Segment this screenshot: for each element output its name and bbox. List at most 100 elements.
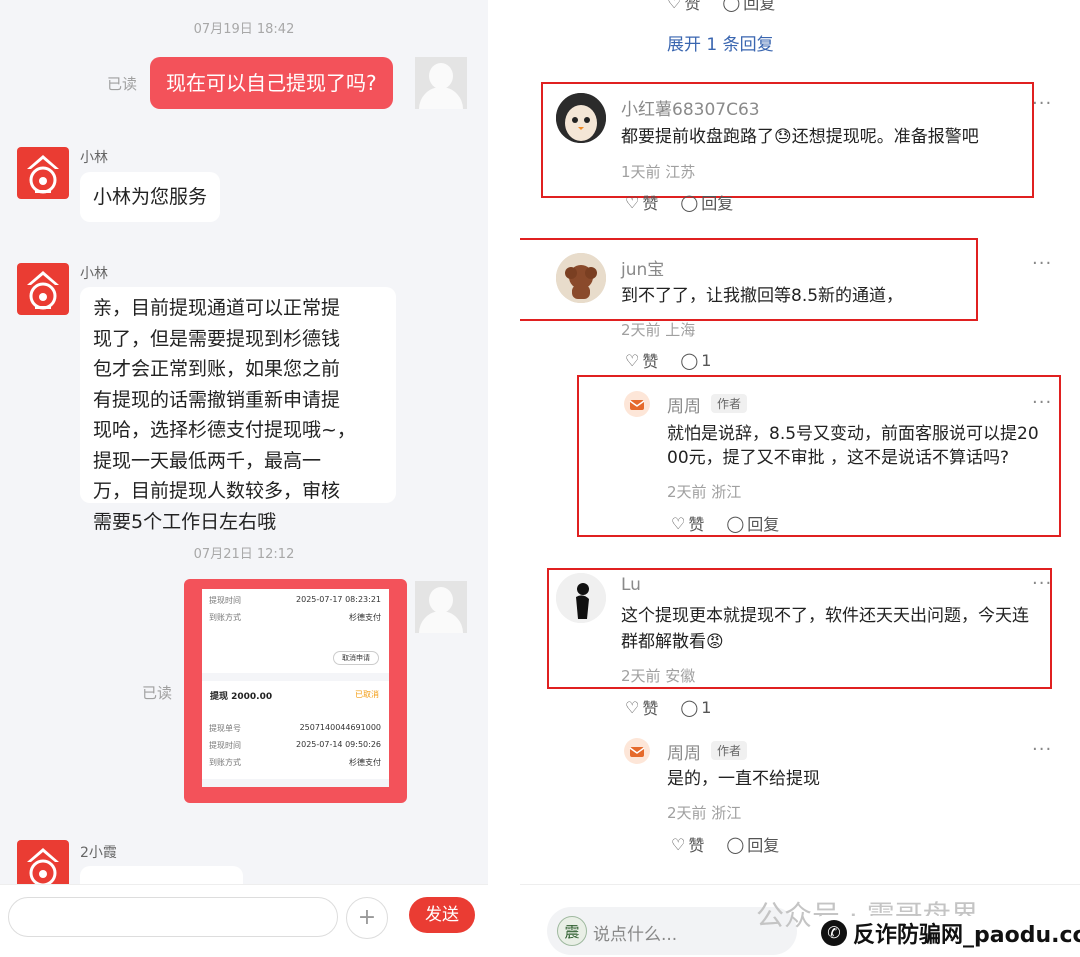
more-options-icon[interactable]: ··· bbox=[1032, 93, 1052, 114]
dog-avatar-icon bbox=[556, 253, 606, 303]
comment-bubble-icon: ◯ bbox=[726, 513, 745, 533]
comment-bubble-icon: ◯ bbox=[726, 834, 745, 854]
field-label: 提现时间 bbox=[209, 741, 241, 750]
agent-message-bubble[interactable]: 小林为您服务 bbox=[80, 172, 221, 222]
user-avatar bbox=[415, 57, 467, 109]
like-button[interactable]: ♡ 赞 bbox=[667, 0, 700, 14]
site-logo-icon: ✆ bbox=[821, 920, 847, 946]
commenter-avatar[interactable] bbox=[556, 573, 606, 623]
message-line: 亲，目前提现通道可以正常提 bbox=[93, 297, 341, 319]
author-avatar[interactable] bbox=[624, 391, 650, 417]
agent-name: 小林 bbox=[80, 266, 108, 282]
commenter-name[interactable]: jun宝 bbox=[621, 255, 664, 280]
heart-icon: ♡ bbox=[625, 350, 640, 370]
site-badge: ✆ 反诈防骗网_paodu.cc bbox=[817, 916, 1080, 950]
user-message-bubble[interactable]: 现在可以自己提现了吗? bbox=[150, 57, 393, 109]
field-label: 到账方式 bbox=[209, 758, 241, 767]
field-value: 2507140044691000 bbox=[299, 723, 381, 732]
reply-button[interactable]: ◯ 回复 bbox=[722, 0, 775, 14]
silhouette-avatar-icon bbox=[556, 573, 606, 623]
agent-name: 2小霞 bbox=[80, 845, 117, 861]
expand-replies-link[interactable]: 展开 1 条回复 bbox=[667, 30, 774, 55]
comment-meta: 2天前 浙江 bbox=[667, 804, 742, 822]
reply-button[interactable]: ◯ 1 bbox=[680, 695, 711, 719]
status-badge: 已取消 bbox=[355, 690, 379, 699]
reply-button[interactable]: ◯ 1 bbox=[680, 348, 711, 372]
attach-button[interactable]: + bbox=[346, 897, 388, 939]
comment-bubble-icon: ◯ bbox=[680, 192, 699, 212]
comment-meta: 2天前 浙江 bbox=[667, 483, 742, 501]
withdrawal-screenshot-card[interactable]: 提现时间 2025-07-17 08:23:21 到账方式 杉德支付 取消申请 提现… bbox=[184, 579, 407, 803]
shop-logo-icon bbox=[27, 271, 59, 310]
envelope-avatar-icon bbox=[624, 738, 650, 764]
comment-text: 是的，一直不给提现 bbox=[667, 769, 820, 789]
like-button[interactable]: ♡ 赞 bbox=[671, 511, 704, 535]
heart-icon: ♡ bbox=[671, 834, 686, 854]
reply-button[interactable]: ◯ 回复 bbox=[726, 511, 779, 535]
comment-bubble-icon: ◯ bbox=[680, 697, 699, 717]
comment-actions: ♡ 赞 ◯ 回复 bbox=[671, 832, 779, 856]
comment-text: 到不了了，让我撤回等8.5新的通道， bbox=[621, 286, 904, 306]
commenter-avatar[interactable] bbox=[556, 253, 606, 303]
message-input[interactable] bbox=[8, 897, 338, 937]
message-line: 包才会正常到账，如果您之前 bbox=[93, 358, 341, 380]
author-avatar[interactable] bbox=[624, 738, 650, 764]
site-badge-text: 反诈防骗网_paodu.cc bbox=[853, 923, 1080, 948]
comment-bubble-icon: ◯ bbox=[680, 350, 699, 370]
like-button[interactable]: ♡ 赞 bbox=[625, 190, 658, 214]
chat-panel: 07月19日 18:42 已读 现在可以自己提现了吗? 小林 小林为您服务 小林… bbox=[0, 0, 488, 957]
comment-bubble-icon: ◯ bbox=[722, 0, 741, 12]
reply-button[interactable]: ◯ 回复 bbox=[726, 832, 779, 856]
agent-message-bubble[interactable]: 亲，目前提现通道可以正常提 现了，但是需要提现到杉德钱 包才会正常到账，如果您之… bbox=[80, 287, 396, 533]
field-value: 杉德支付 bbox=[349, 613, 381, 622]
more-options-icon[interactable]: ··· bbox=[1032, 253, 1052, 274]
commenter-name[interactable]: Lu bbox=[621, 575, 641, 595]
agent-avatar bbox=[17, 147, 69, 199]
comment-actions: ♡ 赞 ◯ 回复 bbox=[625, 190, 733, 214]
message-line: 万，目前提现人数较多，审核 bbox=[93, 480, 341, 502]
comment-actions: ♡ 赞 ◯ 1 bbox=[625, 695, 711, 719]
like-button[interactable]: ♡ 赞 bbox=[625, 348, 658, 372]
comment-meta: 2天前 安徽 bbox=[621, 667, 696, 685]
commenter-name[interactable]: 小红薯68307C63 bbox=[621, 95, 760, 120]
message-line: 现了，但是需要提现到杉德钱 bbox=[93, 327, 341, 350]
heart-icon: ♡ bbox=[667, 0, 682, 12]
field-label: 提现时间 bbox=[209, 596, 241, 605]
comment-actions: ♡ 赞 ◯ 回复 bbox=[671, 511, 779, 535]
timestamp: 07月19日 18:42 bbox=[193, 22, 295, 37]
author-badge: 作者 bbox=[711, 394, 748, 413]
agent-avatar bbox=[17, 263, 69, 315]
send-button[interactable]: 发送 bbox=[409, 897, 475, 933]
comments-panel: ♡ 赞 ◯ 回复 展开 1 条回复 小红薯68307C63 ··· 都要提前收盘跑路… bbox=[520, 0, 1080, 957]
more-options-icon[interactable]: ··· bbox=[1032, 739, 1052, 760]
message-line: 有提现的话需撤销重新申请提 bbox=[93, 388, 341, 411]
cancel-request-button[interactable]: 取消申请 bbox=[333, 651, 379, 665]
commenter-avatar[interactable] bbox=[556, 93, 606, 143]
heart-icon: ♡ bbox=[625, 697, 640, 717]
agent-name: 小林 bbox=[80, 150, 108, 166]
commenter-name[interactable]: 周周 bbox=[667, 739, 701, 764]
field-value: 杉德支付 bbox=[349, 758, 381, 767]
divider bbox=[202, 673, 389, 681]
author-badge: 作者 bbox=[711, 741, 748, 760]
envelope-avatar-icon bbox=[624, 391, 650, 417]
more-options-icon[interactable]: ··· bbox=[1032, 573, 1052, 594]
timestamp: 07月21日 12:12 bbox=[193, 547, 295, 562]
reply-button[interactable]: ◯ 回复 bbox=[680, 190, 733, 214]
like-button[interactable]: ♡ 赞 bbox=[671, 832, 704, 856]
penguin-avatar-icon bbox=[556, 93, 606, 143]
read-status: 已读 bbox=[107, 75, 138, 93]
field-value: 2025-07-14 09:50:26 bbox=[296, 740, 381, 749]
like-button[interactable]: ♡ 赞 bbox=[625, 695, 658, 719]
read-status: 已读 bbox=[142, 684, 173, 702]
comment-meta: 1天前 江苏 bbox=[621, 163, 696, 181]
commenter-name[interactable]: 周周 bbox=[667, 392, 701, 417]
withdrawal-amount: 提现 2000.00 bbox=[210, 692, 273, 702]
comment-text: 都要提前收盘跑路了😓还想提现呢。准备报警吧 bbox=[621, 127, 979, 147]
shop-logo-icon bbox=[27, 155, 59, 194]
withdrawal-record: 提现时间 2025-07-17 08:23:21 到账方式 杉德支付 取消申请 提现… bbox=[202, 589, 389, 787]
message-line: 需要5个工作日左右哦 bbox=[93, 510, 277, 533]
user-avatar: 震 bbox=[557, 916, 587, 946]
divider bbox=[202, 779, 389, 787]
more-options-icon[interactable]: ··· bbox=[1032, 392, 1052, 413]
